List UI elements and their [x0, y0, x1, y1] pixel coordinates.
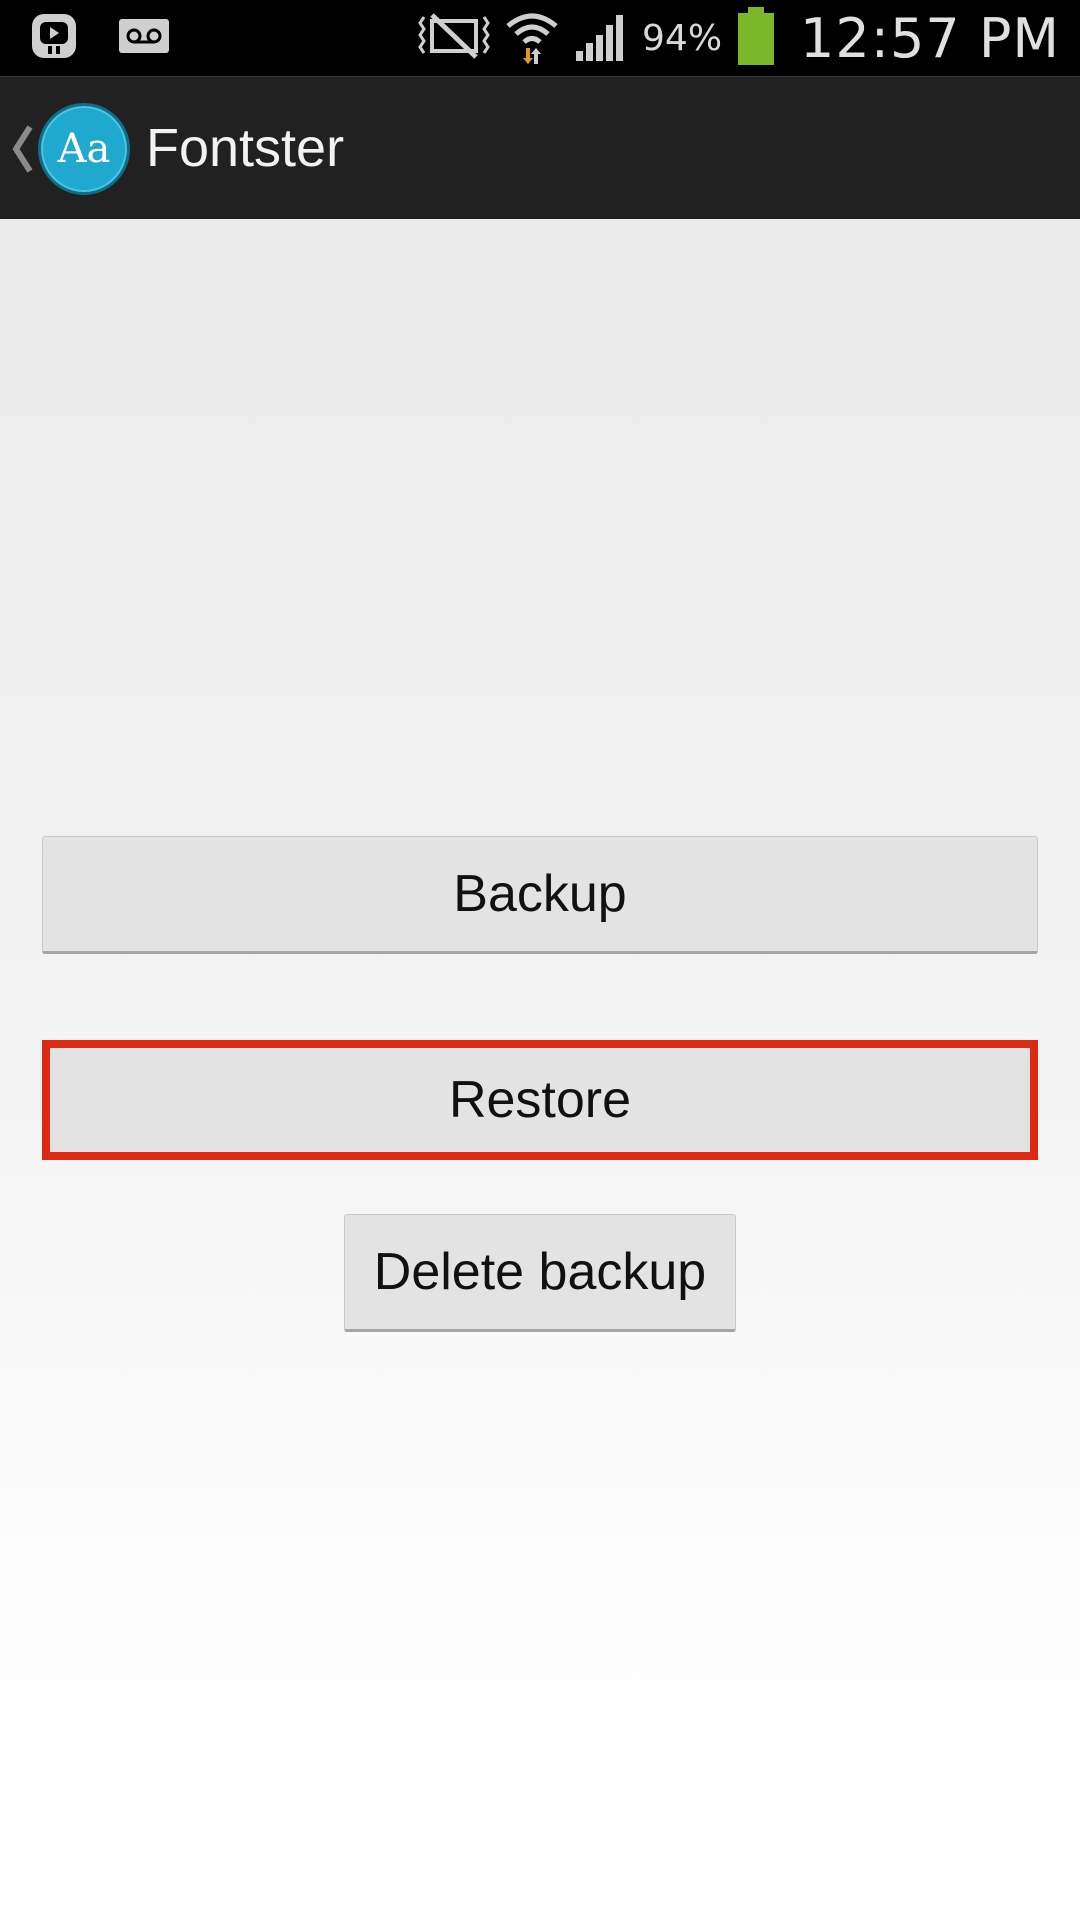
wifi-icon	[504, 8, 560, 68]
battery-percent: 94%	[642, 17, 723, 59]
backup-button[interactable]: Backup	[42, 836, 1038, 954]
app-title: Fontster	[146, 118, 345, 178]
status-time: 12:57 PM	[800, 6, 1060, 70]
back-chevron-icon[interactable]	[10, 121, 34, 177]
voicemail-icon	[118, 18, 170, 58]
app-logo[interactable]: Aa	[38, 103, 130, 195]
nfc-off-icon	[418, 11, 490, 65]
notification-app-icon	[30, 12, 78, 64]
delete-backup-button[interactable]: Delete backup	[344, 1214, 736, 1332]
battery-icon	[736, 7, 776, 69]
status-bar: 94% 12:57 PM	[0, 0, 1080, 76]
restore-button[interactable]: Restore	[42, 1040, 1038, 1160]
status-left-icons	[30, 14, 170, 62]
signal-icon	[574, 11, 628, 65]
status-right-icons: 94% 12:57 PM	[418, 0, 1060, 76]
action-bar: Aa Fontster	[0, 76, 1080, 219]
